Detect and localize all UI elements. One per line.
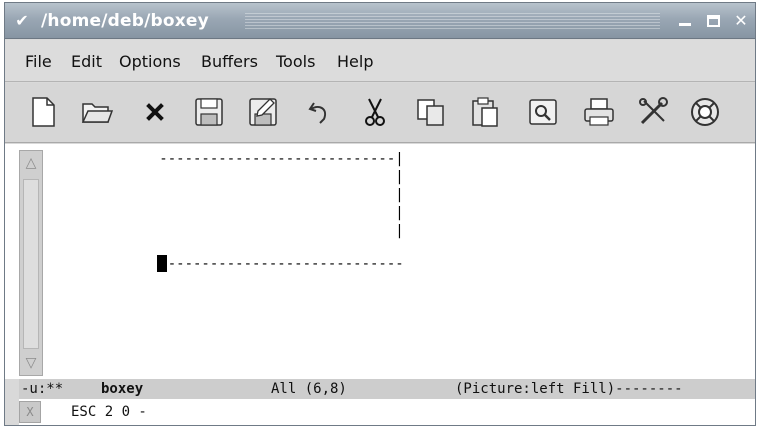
buffer-line: | bbox=[75, 223, 404, 239]
emacs-window: ✔ /home/deb/boxey ✕ File Edit Options Bu… bbox=[4, 2, 756, 426]
tools-icon bbox=[639, 97, 668, 125]
maximize-button[interactable] bbox=[701, 10, 725, 32]
scroll-down-icon[interactable]: ▽ bbox=[22, 353, 40, 373]
buffer-line: | bbox=[75, 187, 404, 203]
open-folder-button[interactable] bbox=[77, 91, 117, 133]
minibuffer-echo: ESC 2 0 - bbox=[71, 404, 147, 420]
copy-button[interactable] bbox=[411, 91, 451, 133]
copy-icon bbox=[417, 99, 444, 126]
buffer-line: | bbox=[75, 205, 404, 221]
help-button[interactable] bbox=[685, 91, 725, 133]
modeline-position: All (6,8) bbox=[271, 381, 347, 397]
minimize-icon bbox=[679, 23, 691, 26]
save-button[interactable] bbox=[189, 91, 229, 133]
vertical-scrollbar[interactable]: △ ▽ bbox=[19, 150, 43, 376]
scissors-icon bbox=[365, 98, 385, 126]
minibuffer-scroll-icon[interactable]: X bbox=[19, 401, 41, 423]
scroll-up-icon[interactable]: △ bbox=[22, 153, 40, 173]
window-title: /home/deb/boxey bbox=[41, 11, 209, 31]
save-as-button[interactable] bbox=[243, 91, 283, 133]
minibuffer[interactable]: X ESC 2 0 - bbox=[19, 399, 755, 425]
menu-buffers[interactable]: Buffers bbox=[201, 52, 258, 72]
modeline-buffer-name: boxey bbox=[101, 381, 144, 397]
buffer-line: | bbox=[75, 169, 404, 185]
printer-icon bbox=[584, 98, 614, 126]
scrollbar-thumb[interactable] bbox=[23, 179, 39, 349]
lifebuoy-icon bbox=[691, 98, 719, 126]
search-document-icon bbox=[529, 99, 557, 125]
floppy-disk-icon bbox=[195, 98, 223, 126]
buffer-line: ----------------------------- bbox=[75, 256, 404, 272]
customize-button[interactable] bbox=[633, 91, 673, 133]
title-bar[interactable]: ✔ /home/deb/boxey ✕ bbox=[5, 3, 755, 39]
modeline-status: -u:** bbox=[21, 381, 64, 397]
undo-icon bbox=[308, 102, 326, 124]
cut-button[interactable] bbox=[355, 91, 395, 133]
print-button[interactable] bbox=[579, 91, 619, 133]
floppy-edit-icon bbox=[249, 98, 277, 126]
editor-area[interactable]: △ ▽ ----------------------------| | | | … bbox=[5, 144, 755, 379]
mode-line[interactable]: -u:** boxey All (6,8) (Picture:left Fill… bbox=[19, 379, 755, 399]
menu-options[interactable]: Options bbox=[119, 52, 181, 72]
close-icon: ✕ bbox=[734, 11, 748, 30]
modeline-modes: (Picture:left Fill)-------- bbox=[455, 381, 683, 397]
menu-bar: File Edit Options Buffers Tools Help bbox=[5, 40, 755, 82]
menu-file[interactable]: File bbox=[25, 52, 52, 72]
close-x-icon bbox=[146, 103, 164, 121]
maximize-icon bbox=[706, 15, 720, 27]
menu-tools[interactable]: Tools bbox=[276, 52, 315, 72]
menu-edit[interactable]: Edit bbox=[71, 52, 102, 72]
paste-button[interactable] bbox=[465, 91, 505, 133]
new-file-icon bbox=[32, 97, 55, 127]
minimize-button[interactable] bbox=[673, 10, 697, 32]
buffer-text[interactable]: ----------------------------| | | | | --… bbox=[51, 144, 751, 379]
folder-open-icon bbox=[81, 103, 114, 123]
close-window-button[interactable]: ✕ bbox=[729, 10, 753, 32]
window-menu-icon[interactable]: ✔ bbox=[11, 11, 33, 31]
titlebar-grip bbox=[245, 13, 660, 29]
buffer-line: ----------------------------| bbox=[75, 151, 404, 167]
menu-help[interactable]: Help bbox=[337, 52, 373, 72]
text-cursor bbox=[157, 255, 167, 272]
toolbar bbox=[5, 83, 755, 143]
paste-icon bbox=[472, 97, 498, 127]
undo-button[interactable] bbox=[299, 91, 339, 133]
new-file-button[interactable] bbox=[23, 91, 63, 133]
search-button[interactable] bbox=[523, 91, 563, 133]
close-buffer-button[interactable] bbox=[135, 91, 175, 133]
